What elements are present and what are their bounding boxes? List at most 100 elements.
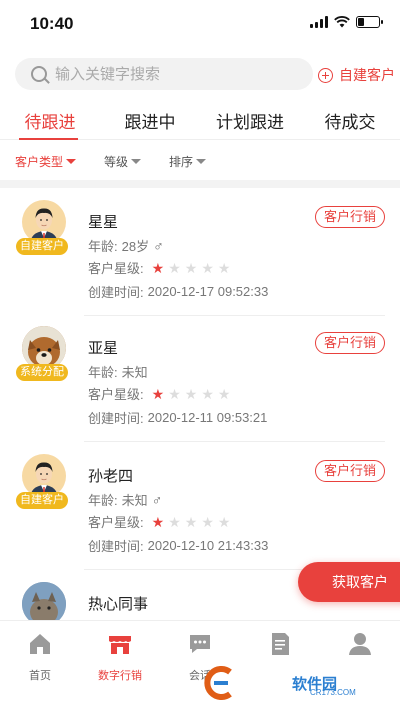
chat-icon: [190, 635, 210, 653]
customer-marketing-button[interactable]: 客户行销: [314, 332, 385, 354]
filter-sort[interactable]: 排序: [169, 150, 207, 172]
battery-icon: [356, 16, 383, 28]
star-icon: ★: [184, 513, 198, 530]
cat-avatar: [22, 582, 66, 620]
customer-name: 亚星: [88, 340, 119, 357]
tab-in-progress[interactable]: 跟进中: [100, 100, 200, 139]
tab-pending[interactable]: 待跟进: [0, 100, 100, 140]
age-row: 年龄: 28岁 ♂: [88, 236, 164, 255]
caret-down-icon: [131, 158, 142, 164]
filter-customer-type[interactable]: 客户类型: [15, 150, 77, 172]
age-label: 年龄:: [88, 239, 118, 254]
age-row: 年龄: 未知: [88, 362, 148, 381]
filter-bar: 客户类型 等级 排序: [0, 150, 400, 172]
document-icon: [272, 633, 289, 655]
rating-row: 客户星级: ★ ★ ★ ★ ★: [88, 384, 230, 403]
customer-tag: 自建客户: [16, 238, 68, 255]
rating-row: 客户星级: ★ ★ ★ ★ ★: [88, 258, 230, 277]
nav-label: 数字行销: [98, 670, 142, 682]
plus-circle-icon: [318, 67, 333, 83]
created-label: 创建时间:: [88, 285, 144, 300]
search-input[interactable]: [55, 65, 285, 83]
star-icon: ★: [217, 259, 231, 276]
age-value: 未知: [121, 365, 148, 380]
tab-to-close[interactable]: 待成交: [300, 100, 400, 139]
tab-planned[interactable]: 计划跟进: [200, 100, 300, 139]
watermark-text: 西西: [246, 674, 288, 697]
add-customer-button[interactable]: 自建客户: [318, 65, 395, 85]
filter-level[interactable]: 等级: [104, 150, 142, 172]
created-value: 2020-12-17 09:52:33: [147, 284, 269, 299]
customer-tag: 系统分配: [16, 364, 68, 381]
search-box[interactable]: [15, 58, 313, 90]
age-label: 年龄:: [88, 365, 118, 380]
customer-card[interactable]: 自建客户 孙老四 年龄: 未知 ♂ 客户星级: ★ ★ ★ ★ ★ 创建时间: 2020…: [0, 442, 400, 570]
watermark-logo-icon: [204, 666, 232, 700]
star-icon: ★: [217, 513, 231, 530]
caret-down-icon: [196, 158, 207, 164]
star-icon: ★: [151, 259, 165, 276]
status-time: 10:40: [30, 14, 74, 33]
watermark-sub: CR173.COM: [310, 688, 356, 697]
star-icon: ★: [201, 259, 214, 276]
created-row: 创建时间: 2020-12-17 09:52:33: [88, 282, 268, 301]
status-tabs: 待跟进 跟进中 计划跟进 待成交: [0, 100, 400, 140]
star-icon: ★: [201, 513, 214, 530]
rating-label: 客户星级:: [88, 515, 144, 530]
star-icon: ★: [201, 385, 214, 402]
star-icon: ★: [217, 385, 231, 402]
shop-icon: [109, 636, 131, 654]
filter-label: 排序: [169, 154, 194, 169]
star-icon: ★: [184, 385, 198, 402]
tab-label: 计划跟进: [216, 113, 284, 132]
get-customer-button[interactable]: 获取客户: [298, 562, 400, 602]
star-rating: ★ ★ ★ ★ ★: [152, 261, 231, 275]
search-icon: [31, 66, 47, 82]
status-bar: 10:40: [0, 0, 400, 48]
wifi-icon: [334, 16, 350, 28]
signal-icon: [310, 16, 328, 28]
customer-tag: 自建客户: [16, 492, 68, 509]
created-row: 创建时间: 2020-12-10 21:43:33: [88, 536, 268, 555]
filter-label: 客户类型: [15, 154, 64, 169]
watermark: 西西 软件园 CR173.COM: [200, 664, 386, 702]
rating-row: 客户星级: ★ ★ ★ ★ ★: [88, 512, 230, 531]
customer-marketing-button[interactable]: 客户行销: [314, 206, 385, 228]
add-customer-label: 自建客户: [339, 67, 395, 83]
created-row: 创建时间: 2020-12-11 09:53:21: [88, 408, 267, 427]
rating-label: 客户星级:: [88, 261, 144, 276]
rating-label: 客户星级:: [88, 387, 144, 402]
home-icon: [30, 634, 50, 654]
created-value: 2020-12-10 21:43:33: [147, 538, 269, 553]
customer-name: 孙老四: [88, 468, 134, 485]
created-label: 创建时间:: [88, 539, 144, 554]
star-icon: ★: [151, 513, 165, 530]
male-icon: ♂: [151, 491, 163, 508]
star-rating: ★ ★ ★ ★ ★: [152, 387, 231, 401]
nav-home[interactable]: 首页: [0, 621, 80, 711]
section-divider: [0, 180, 400, 188]
tab-label: 跟进中: [124, 113, 176, 132]
star-rating: ★ ★ ★ ★ ★: [152, 515, 231, 529]
age-value: 未知: [121, 493, 148, 508]
nav-digital-marketing[interactable]: 数字行销: [80, 621, 160, 711]
age-label: 年龄:: [88, 493, 118, 508]
star-icon: ★: [168, 513, 181, 530]
customer-card[interactable]: 自建客户 星星 年龄: 28岁 ♂ 客户星级: ★ ★ ★ ★ ★ 创建时间: 2020…: [0, 188, 400, 316]
created-value: 2020-12-11 09:53:21: [147, 410, 268, 425]
age-row: 年龄: 未知 ♂: [88, 490, 162, 509]
tab-label: 待成交: [324, 113, 376, 132]
user-icon: [349, 633, 371, 655]
nav-label: 首页: [29, 670, 51, 682]
customer-name: 星星: [88, 214, 119, 231]
star-icon: ★: [151, 385, 165, 402]
caret-down-icon: [66, 158, 77, 164]
customer-marketing-button[interactable]: 客户行销: [314, 460, 385, 482]
star-icon: ★: [168, 385, 181, 402]
male-icon: ♂: [153, 237, 164, 254]
star-icon: ★: [168, 259, 181, 276]
customer-card[interactable]: 系统分配 亚星 年龄: 未知 客户星级: ★ ★ ★ ★ ★ 创建时间: 2020-12…: [0, 314, 400, 442]
search-row: 自建客户: [0, 58, 400, 92]
filter-label: 等级: [104, 154, 129, 169]
tab-label: 待跟进: [24, 113, 76, 132]
